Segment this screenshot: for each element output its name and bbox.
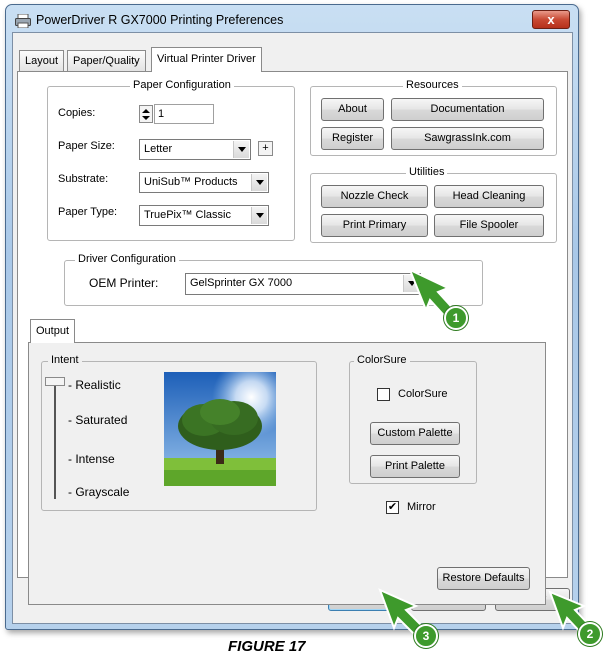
intent-option-label: Saturated <box>75 413 128 427</box>
group-title: Resources <box>403 79 462 91</box>
paper-type-value: TruePix™ Classic <box>144 209 231 221</box>
utilities-group: Utilities Nozzle Check Head Cleaning Pri… <box>310 166 557 243</box>
paper-type-select[interactable]: TruePix™ Classic <box>139 205 269 226</box>
intent-group: Intent - Realistic - Saturated - Intense… <box>41 354 317 511</box>
print-primary-button[interactable]: Print Primary <box>321 214 428 237</box>
print-palette-button[interactable]: Print Palette <box>370 455 460 478</box>
about-button[interactable]: About <box>321 98 384 121</box>
tab-label: Paper/Quality <box>73 55 140 67</box>
output-panel: Intent - Realistic - Saturated - Intense… <box>28 342 546 605</box>
paper-size-label: Paper Size: <box>58 140 115 152</box>
register-button[interactable]: Register <box>321 127 384 150</box>
paper-configuration-group: Paper Configuration Copies: 1 Paper Size… <box>47 79 295 241</box>
tab-paper-quality[interactable]: Paper/Quality <box>67 50 146 71</box>
nozzle-check-button[interactable]: Nozzle Check <box>321 185 428 208</box>
file-spooler-button[interactable]: File Spooler <box>434 214 544 237</box>
intent-option-label: Grayscale <box>75 485 130 499</box>
group-title: Intent <box>48 354 82 366</box>
substrate-value: UniSub™ Products <box>144 176 238 188</box>
intent-option: - Realistic <box>68 378 121 392</box>
substrate-label: Substrate: <box>58 173 109 185</box>
intent-option: - Saturated <box>68 413 128 427</box>
oem-printer-label: OEM Printer: <box>89 276 159 290</box>
sawgrassink-button[interactable]: SawgrassInk.com <box>391 127 544 150</box>
group-title: ColorSure <box>354 354 410 366</box>
spin-down-icon <box>142 116 150 120</box>
group-title: Utilities <box>406 166 448 178</box>
group-title: Paper Configuration <box>130 79 234 91</box>
check-icon: ✔ <box>387 501 398 513</box>
close-button[interactable]: x <box>532 10 570 29</box>
mirror-checkbox[interactable]: ✔ <box>386 501 399 514</box>
chevron-down-icon <box>251 207 267 224</box>
group-title: Driver Configuration <box>75 253 179 265</box>
callout-3: 3 <box>378 588 438 648</box>
tab-virtual-printer-driver[interactable]: Virtual Printer Driver <box>151 47 262 72</box>
intent-slider-track[interactable] <box>54 384 56 499</box>
tab-layout[interactable]: Layout <box>19 50 65 71</box>
callout-1: 1 <box>408 268 468 331</box>
copies-spinner[interactable] <box>139 105 153 123</box>
callout-number: 2 <box>578 622 602 646</box>
callout-number: 3 <box>414 624 438 648</box>
oem-printer-value: GelSprinter GX 7000 <box>190 277 293 289</box>
intent-preview-image <box>164 372 276 486</box>
virtual-printer-driver-panel: Paper Configuration Copies: 1 Paper Size… <box>17 71 568 605</box>
intent-option: - Grayscale <box>68 485 130 499</box>
tab-label: Layout <box>25 55 59 67</box>
intent-option-label: Intense <box>75 452 115 466</box>
colorsure-group: ColorSure ColorSure Custom Palette Print… <box>349 354 477 484</box>
tab-label: Virtual Printer Driver <box>157 53 256 65</box>
chevron-down-icon <box>251 174 267 191</box>
paper-size-select[interactable]: Letter <box>139 139 251 160</box>
callout-number: 1 <box>444 306 468 330</box>
head-cleaning-button[interactable]: Head Cleaning <box>434 185 544 208</box>
copies-label: Copies: <box>58 107 96 119</box>
chevron-down-icon <box>233 141 249 158</box>
intent-option: - Intense <box>68 452 115 466</box>
resources-group: Resources About Documentation Register S… <box>310 79 557 156</box>
paper-size-value: Letter <box>144 143 173 155</box>
intent-option-label: Realistic <box>75 378 121 392</box>
callout-2: 2 <box>548 590 602 646</box>
oem-printer-select[interactable]: GelSprinter GX 7000 <box>185 273 421 295</box>
intent-slider-thumb[interactable] <box>45 377 65 386</box>
substrate-select[interactable]: UniSub™ Products <box>139 172 269 193</box>
copies-input[interactable]: 1 <box>154 104 214 124</box>
colorsure-checkbox-label: ColorSure <box>398 388 448 400</box>
paper-type-label: Paper Type: <box>58 206 118 218</box>
colorsure-checkbox[interactable] <box>377 388 390 401</box>
tab-label: Output <box>36 325 70 337</box>
add-paper-size-button[interactable]: + <box>258 141 273 156</box>
printing-preferences-window: PowerDriver R GX7000 Printing Preference… <box>5 4 579 630</box>
mirror-label: Mirror <box>407 501 436 513</box>
printer-icon <box>15 14 31 28</box>
custom-palette-button[interactable]: Custom Palette <box>370 422 460 445</box>
documentation-button[interactable]: Documentation <box>391 98 544 121</box>
spin-up-icon <box>142 109 150 113</box>
restore-defaults-button[interactable]: Restore Defaults <box>437 567 530 590</box>
figure-caption: FIGURE 17 <box>228 638 306 655</box>
window-title: PowerDriver R GX7000 Printing Preference… <box>36 13 284 27</box>
dialog-client-area: Layout Paper/Quality Virtual Printer Dri… <box>12 32 573 624</box>
close-icon: x <box>547 12 555 27</box>
tab-output[interactable]: Output <box>30 319 76 343</box>
